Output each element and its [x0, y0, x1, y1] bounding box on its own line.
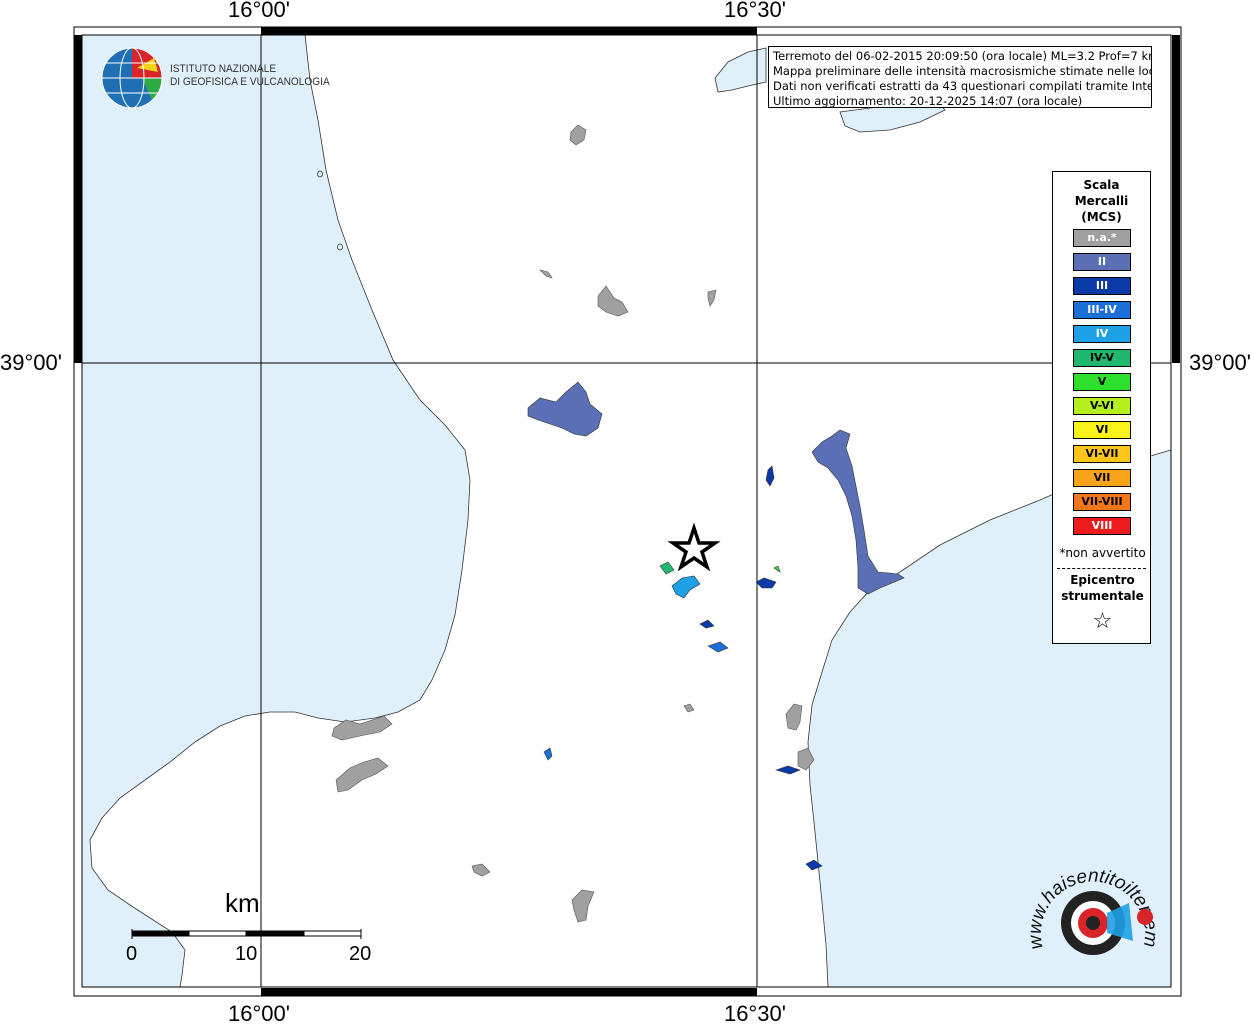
legend-swatch-v-vi: V-VI — [1073, 397, 1131, 415]
legend-title-2: Mercalli — [1074, 194, 1129, 208]
legend-swatch-iv: IV — [1073, 325, 1131, 343]
scale-unit-label: km — [225, 888, 260, 918]
event-info-line-4: Ultimo aggiornamento: 20-12-2025 14:07 (… — [773, 94, 1083, 108]
event-info-line-2: Mappa preliminare delle intensità macros… — [773, 64, 1152, 78]
top-lon-label-1: 16°00' — [228, 0, 290, 22]
event-info-line-1: Terremoto del 06-02-2015 20:09:50 (ora l… — [773, 49, 1152, 63]
legend-swatch-viii: VIII — [1073, 517, 1131, 535]
legend-title: Scala Mercalli (MCS) — [1053, 177, 1150, 225]
scale-label-0: 0 — [126, 943, 138, 965]
legend-swatch-vii: VII — [1073, 469, 1131, 487]
event-info-line-3: Dati non verificati estratti da 43 quest… — [773, 79, 1152, 93]
institute-line-2: DI GEOFISICA E VULCANOLOGIA — [170, 76, 330, 88]
legend-swatch-vii-viii: VII-VIII — [1073, 493, 1131, 511]
institute-line-1: ISTITUTO NAZIONALE — [170, 63, 277, 75]
legend-epicenter-line-2: strumentale — [1061, 589, 1144, 603]
legend-title-1: Scala — [1083, 178, 1120, 192]
legend-swatch-iii-iv: III-IV — [1073, 301, 1131, 319]
event-info-box: Terremoto del 06-02-2015 20:09:50 (ora l… — [768, 46, 1152, 108]
scale-label-10: 10 — [235, 943, 258, 965]
legend-swatch-vi-vii: VI-VII — [1073, 445, 1131, 463]
legend-swatch-iv-v: IV-V — [1073, 349, 1131, 367]
legend-swatch-iii: III — [1073, 277, 1131, 295]
legend-title-3: (MCS) — [1081, 210, 1122, 224]
left-lat-label: 39°00' — [0, 350, 62, 375]
legend-swatch-vi: VI — [1073, 421, 1131, 439]
legend-swatch-n-a: n.a.* — [1073, 229, 1131, 247]
institute-name: ISTITUTO NAZIONALE DI GEOFISICA E VULCAN… — [170, 63, 330, 89]
mcs-legend: Scala Mercalli (MCS) n.a.* II III III-IV IV I… — [1052, 171, 1151, 644]
bottom-lon-label-1: 16°00' — [228, 1001, 290, 1026]
star-icon: ☆ — [1092, 609, 1113, 634]
legend-epicenter-line-1: Epicentro — [1070, 573, 1135, 587]
bottom-lon-label-2: 16°30' — [724, 1001, 786, 1026]
ingv-globe-icon — [101, 47, 163, 109]
legend-separator — [1057, 568, 1146, 569]
legend-swatch-v: V — [1073, 373, 1131, 391]
scale-label-20: 20 — [349, 943, 372, 965]
legend-not-felt-note: *non avvertito — [1059, 546, 1146, 560]
top-lon-label-2: 16°30' — [724, 0, 786, 22]
haisentito-target-icon: www.haisentitoilterremoto.it — [1025, 853, 1161, 955]
right-lat-label: 39°00' — [1189, 350, 1251, 375]
legend-swatch-ii: II — [1073, 253, 1131, 271]
legend-epicenter-label: Epicentro strumentale — [1053, 572, 1152, 604]
